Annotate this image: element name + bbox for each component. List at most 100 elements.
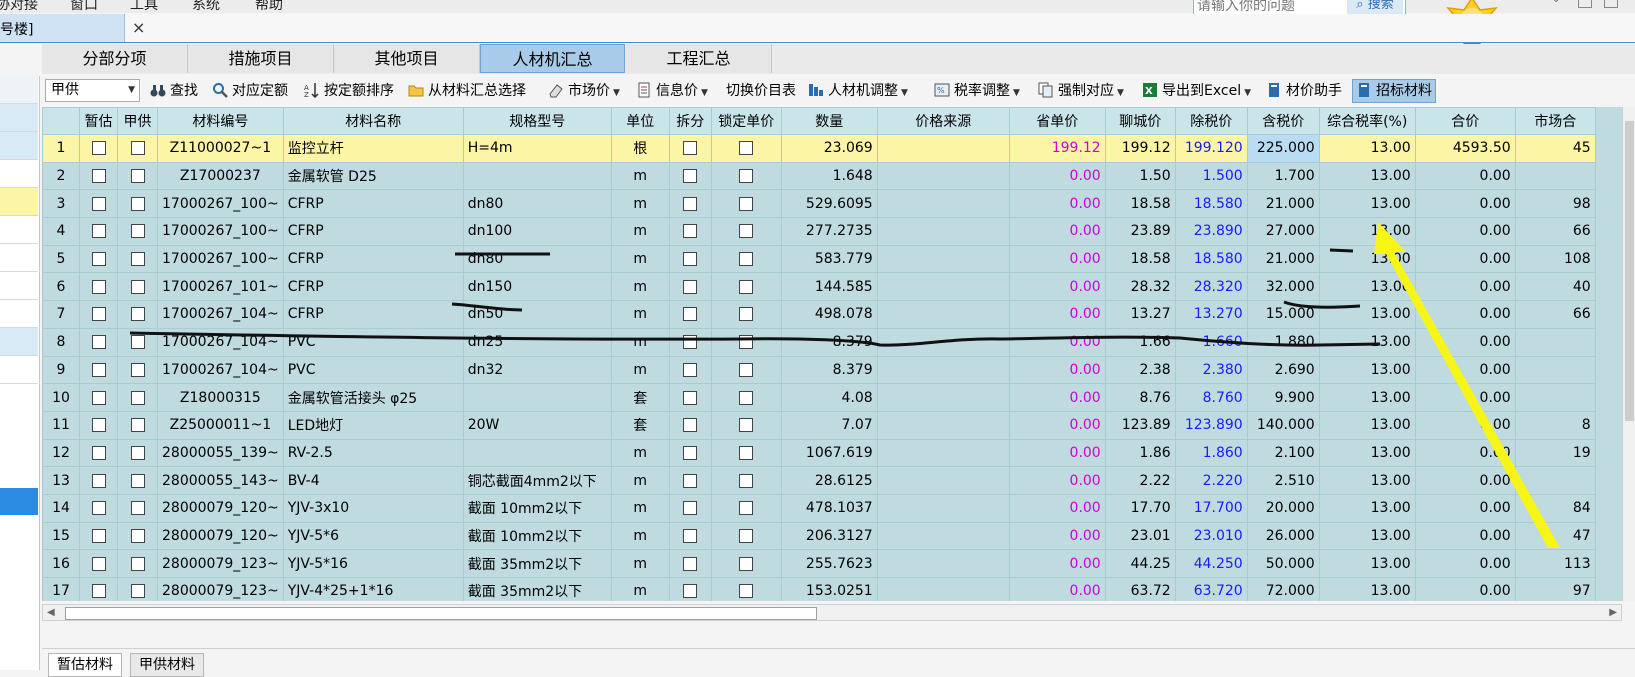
cell-src[interactable]: [876, 134, 1010, 163]
checkbox-cell[interactable]: [79, 244, 118, 274]
checkbox-cell[interactable]: [668, 549, 712, 578]
checkbox-cell[interactable]: [117, 577, 158, 601]
cell-code[interactable]: 17000267_100~: [157, 244, 284, 274]
column-header[interactable]: 材料名称: [282, 107, 464, 135]
cell-spec[interactable]: dn50: [462, 300, 612, 329]
checkbox-cell[interactable]: [668, 577, 712, 601]
checkbox[interactable]: [130, 307, 145, 322]
cell-lc[interactable]: 8.76: [1104, 383, 1176, 412]
cell-qty[interactable]: 23.069: [780, 134, 878, 163]
checkbox-cell[interactable]: [668, 438, 712, 468]
cell-no[interactable]: 12: [42, 438, 80, 468]
checkbox[interactable]: [130, 501, 145, 516]
cell-code[interactable]: 28000055_139~: [157, 438, 284, 468]
checkbox[interactable]: [739, 252, 754, 267]
cell-name[interactable]: BV-4: [282, 466, 464, 495]
column-header[interactable]: 拆分: [668, 107, 712, 135]
cell-rate[interactable]: 13.00: [1318, 355, 1416, 385]
checkbox-cell[interactable]: [79, 134, 118, 163]
tab-qita[interactable]: 其他项目: [334, 44, 480, 73]
checkbox[interactable]: [130, 362, 145, 377]
checkbox-cell[interactable]: [710, 577, 782, 601]
cell-mkt[interactable]: 98: [1514, 189, 1596, 219]
cell-no[interactable]: 3: [42, 189, 80, 219]
cell-unit[interactable]: m: [610, 217, 670, 246]
tender-material-button[interactable]: 招标材料: [1352, 79, 1436, 103]
checkbox[interactable]: [91, 418, 106, 433]
cell-lc[interactable]: 123.89: [1104, 410, 1176, 440]
cell-unit[interactable]: m: [610, 549, 670, 578]
tab-owner-supplied-material[interactable]: 甲供材料: [130, 653, 204, 677]
cell-total[interactable]: 0.00: [1414, 493, 1516, 523]
cell-rate[interactable]: 13.00: [1318, 577, 1416, 601]
checkbox-cell[interactable]: [710, 438, 782, 468]
cell-name[interactable]: YJV-4*25+1*16: [282, 577, 464, 601]
cell-inc[interactable]: 2.510: [1246, 466, 1320, 495]
tree-item[interactable]: [0, 76, 38, 104]
cell-lc[interactable]: 1.66: [1104, 327, 1176, 357]
cell-src[interactable]: [876, 189, 1010, 219]
checkbox-cell[interactable]: [79, 217, 118, 246]
checkbox[interactable]: [130, 390, 145, 405]
switch-pricelist-button[interactable]: 切换价目表: [726, 81, 796, 101]
table-row[interactable]: 6 17000267_101~ CFRP dn150 m 144.585 0.00 28.32…: [42, 272, 1596, 302]
checkbox-cell[interactable]: [79, 577, 118, 601]
checkbox-cell[interactable]: [79, 410, 118, 440]
checkbox[interactable]: [739, 307, 754, 322]
checkbox-cell[interactable]: [79, 549, 118, 578]
checkbox-cell[interactable]: [668, 161, 712, 191]
cell-code[interactable]: 28000079_120~: [157, 493, 284, 523]
market-price-button[interactable]: 市场价 ▼: [548, 81, 620, 101]
cell-prov[interactable]: 0.00: [1008, 410, 1106, 440]
checkbox[interactable]: [91, 362, 106, 377]
cell-prov[interactable]: 0.00: [1008, 383, 1106, 412]
checkbox[interactable]: [739, 390, 754, 405]
checkbox-cell[interactable]: [668, 134, 712, 163]
checkbox-cell[interactable]: [117, 466, 158, 495]
cell-total[interactable]: 0.00: [1414, 410, 1516, 440]
cell-spec[interactable]: H=4m: [462, 134, 612, 163]
cell-name[interactable]: PVC: [282, 327, 464, 357]
checkbox-cell[interactable]: [710, 355, 782, 385]
cell-ex[interactable]: 17.700: [1174, 493, 1248, 523]
cell-inc[interactable]: 20.000: [1246, 493, 1320, 523]
cell-ex[interactable]: 18.580: [1174, 244, 1248, 274]
cell-name[interactable]: 金属软管 D25: [282, 161, 464, 191]
cell-qty[interactable]: 498.078: [780, 300, 878, 329]
cell-inc[interactable]: 32.000: [1246, 272, 1320, 302]
checkbox-cell[interactable]: [710, 521, 782, 551]
cell-spec[interactable]: [462, 383, 612, 412]
cell-mkt[interactable]: 113: [1514, 549, 1596, 578]
checkbox[interactable]: [739, 418, 754, 433]
cell-src[interactable]: [876, 217, 1010, 246]
cell-lc[interactable]: 1.50: [1104, 161, 1176, 191]
checkbox[interactable]: [130, 528, 145, 543]
checkbox-cell[interactable]: [668, 189, 712, 219]
cell-code[interactable]: 28000055_143~: [157, 466, 284, 495]
checkbox-cell[interactable]: [710, 327, 782, 357]
column-header[interactable]: 材料编号: [157, 107, 284, 135]
cell-src[interactable]: [876, 300, 1010, 329]
tab-gongcheng[interactable]: 工程汇总: [626, 44, 772, 73]
cell-qty[interactable]: 8.379: [780, 327, 878, 357]
checkbox-cell[interactable]: [117, 493, 158, 523]
checkbox-cell[interactable]: [668, 521, 712, 551]
checkbox[interactable]: [130, 418, 145, 433]
cell-rate[interactable]: 13.00: [1318, 410, 1416, 440]
checkbox-cell[interactable]: [117, 383, 158, 412]
cell-rate[interactable]: 13.00: [1318, 466, 1416, 495]
menu-item[interactable]: 工具: [130, 0, 158, 13]
cell-no[interactable]: 13: [42, 466, 80, 495]
cell-src[interactable]: [876, 161, 1010, 191]
cell-mkt[interactable]: 45: [1514, 134, 1596, 163]
scroll-thumb[interactable]: [1625, 121, 1634, 421]
column-header[interactable]: 价格来源: [876, 107, 1010, 135]
cell-mkt[interactable]: 47: [1514, 521, 1596, 551]
column-header[interactable]: 综合税率(%): [1318, 107, 1416, 135]
checkbox-cell[interactable]: [117, 327, 158, 357]
cell-rate[interactable]: 13.00: [1318, 521, 1416, 551]
cell-ex[interactable]: 8.760: [1174, 383, 1248, 412]
cell-name[interactable]: LED地灯: [282, 410, 464, 440]
cell-name[interactable]: 金属软管活接头 φ25: [282, 383, 464, 412]
cell-rate[interactable]: 13.00: [1318, 161, 1416, 191]
